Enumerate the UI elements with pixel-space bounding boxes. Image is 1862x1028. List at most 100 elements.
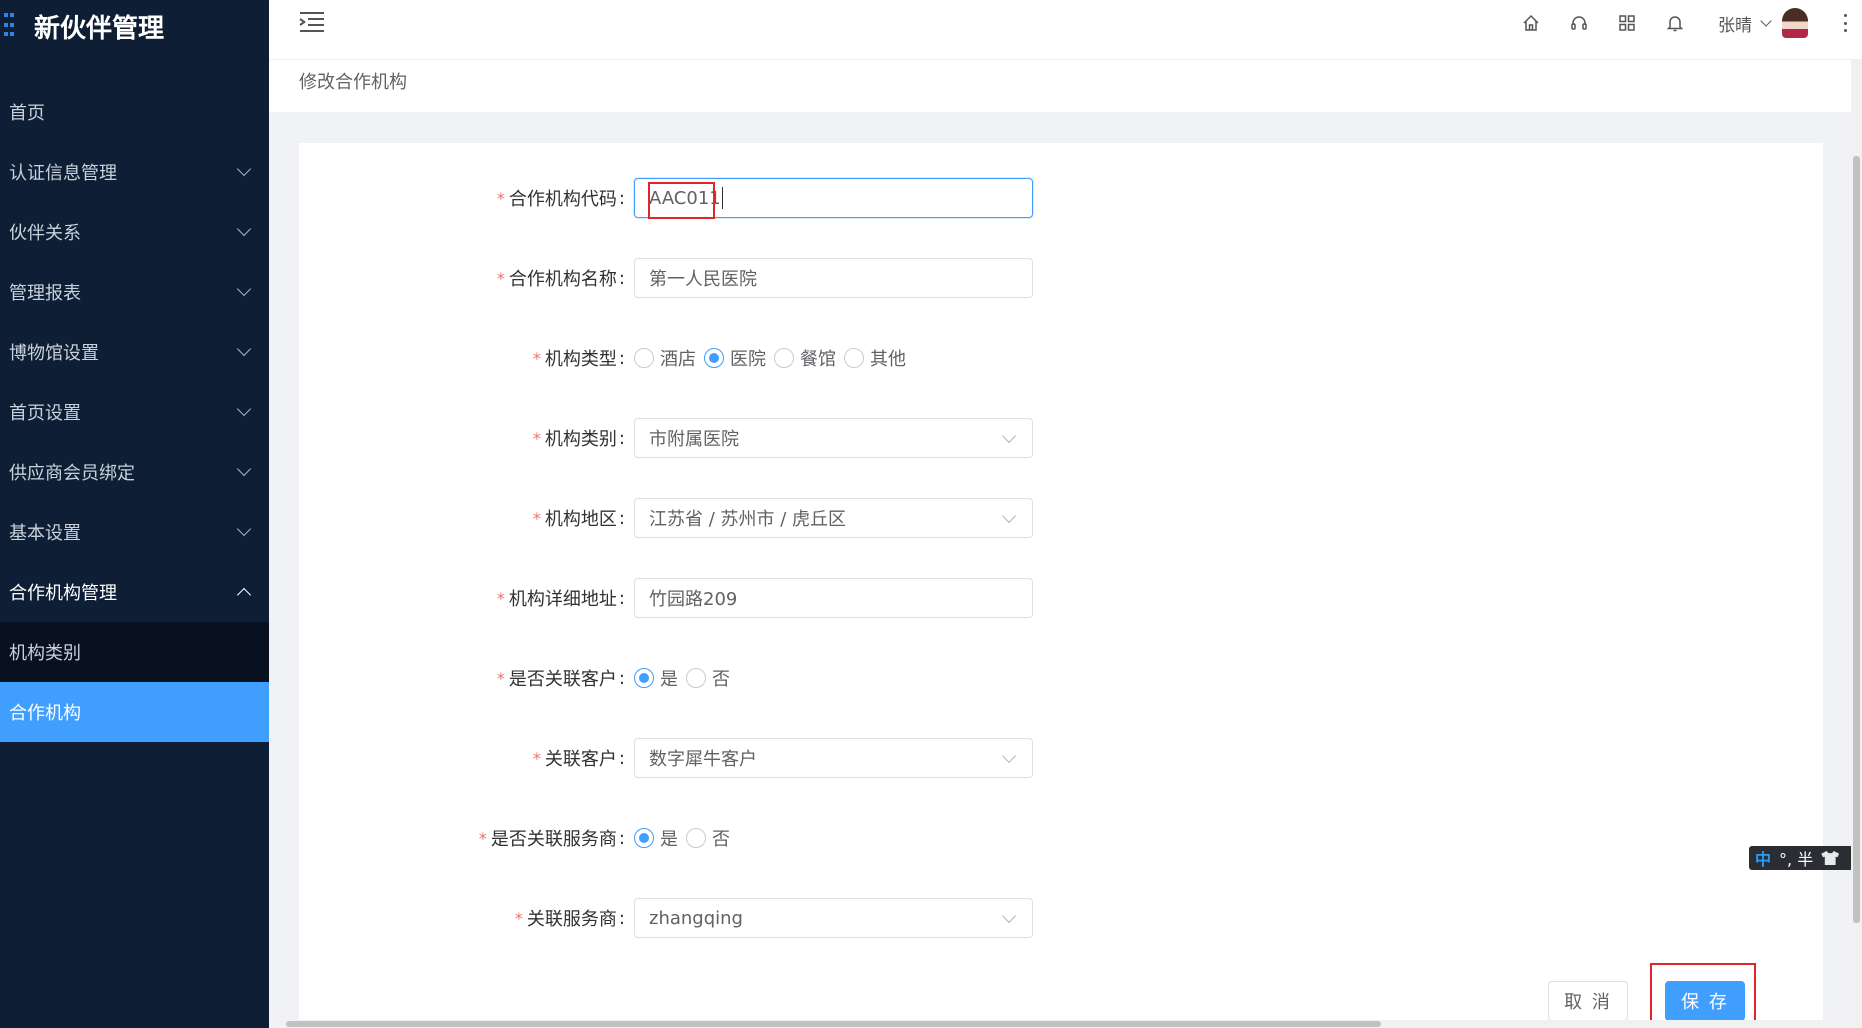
ime-mode[interactable]: 中 — [1755, 846, 1771, 870]
radio-restaurant[interactable]: 餐馆 — [774, 345, 836, 371]
vertical-scrollbar[interactable] — [1851, 60, 1862, 1028]
code-label: * 合作机构代码: — [496, 187, 625, 211]
sidebar-submenu: 机构类别 合作机构 — [0, 622, 269, 742]
form-row-provider: * 关联服务商: zhangqing — [299, 898, 1823, 938]
text-caret — [721, 187, 723, 209]
ime-toolbar[interactable]: 中 °, 半 — [1749, 846, 1859, 870]
bell-icon[interactable] — [1664, 12, 1686, 34]
radio-hotel[interactable]: 酒店 — [634, 345, 696, 371]
sidebar-item-label: 合作机构 — [9, 703, 81, 724]
sidebar-item-museum-settings[interactable]: 博物馆设置 — [0, 322, 269, 382]
sidebar-item-org-category[interactable]: 机构类别 — [0, 622, 269, 682]
chevron-down-icon — [236, 221, 252, 237]
required-mark: * — [496, 588, 505, 608]
org-address-input[interactable]: 竹园路209 — [634, 578, 1033, 618]
link-customer-label: * 是否关联客户: — [496, 667, 625, 691]
sidebar-item-label: 机构类别 — [9, 643, 81, 664]
sidebar-item-label: 首页 — [9, 103, 45, 124]
form-row-type: * 机构类型: 酒店 医院 餐馆 其他 — [299, 338, 1823, 378]
required-mark: * — [532, 348, 541, 368]
required-mark: * — [478, 828, 487, 848]
org-region-cascader[interactable]: 江苏省 / 苏州市 / 虎丘区 — [634, 498, 1033, 538]
radio-dot[interactable] — [844, 348, 864, 368]
sidebar: 新伙伴管理 首页 认证信息管理 伙伴关系 管理报表 博物馆设置 首页设置 供应商… — [0, 0, 269, 1028]
form-row-region: * 机构地区: 江苏省 / 苏州市 / 虎丘区 — [299, 498, 1823, 538]
radio-dot[interactable] — [774, 348, 794, 368]
radio-dot[interactable] — [634, 668, 654, 688]
form-row-address: * 机构详细地址: 竹园路209 — [299, 578, 1823, 618]
org-name-input[interactable]: 第一人民医院 — [634, 258, 1033, 298]
top-header: 张晴 — [269, 0, 1862, 60]
chevron-down-icon — [1001, 908, 1017, 924]
scrollbar-thumb[interactable] — [1853, 156, 1860, 923]
org-type-radio-group: 酒店 医院 餐馆 其他 — [634, 338, 914, 378]
radio-dot[interactable] — [634, 348, 654, 368]
sidebar-item-supplier-binding[interactable]: 供应商会员绑定 — [0, 442, 269, 502]
radio-other[interactable]: 其他 — [844, 345, 906, 371]
type-label: * 机构类型: — [532, 347, 625, 371]
sidebar-item-auth-info[interactable]: 认证信息管理 — [0, 142, 269, 202]
radio-dot[interactable] — [634, 828, 654, 848]
required-mark: * — [532, 508, 541, 528]
sidebar-item-label: 首页设置 — [9, 403, 81, 424]
scrollbar-thumb[interactable] — [286, 1021, 1381, 1027]
radio-link-provider-no[interactable]: 否 — [686, 825, 730, 851]
headset-icon[interactable] — [1568, 12, 1590, 34]
chevron-down-icon[interactable] — [1760, 15, 1772, 27]
sidebar-item-homepage-settings[interactable]: 首页设置 — [0, 382, 269, 442]
grid-icon[interactable] — [1616, 12, 1638, 34]
form-row-customer: * 关联客户: 数字犀牛客户 — [299, 738, 1823, 778]
form-row-link-customer: * 是否关联客户: 是 否 — [299, 658, 1823, 698]
region-label: * 机构地区: — [532, 507, 625, 531]
ime-punct[interactable]: °, 半 — [1779, 846, 1813, 870]
sidebar-item-label: 合作机构管理 — [9, 583, 117, 604]
radio-link-customer-no[interactable]: 否 — [686, 665, 730, 691]
home-icon[interactable] — [1520, 12, 1542, 34]
sidebar-item-label: 博物馆设置 — [9, 343, 99, 364]
radio-link-customer-yes[interactable]: 是 — [634, 665, 678, 691]
radio-dot[interactable] — [704, 348, 724, 368]
chevron-down-icon — [236, 461, 252, 477]
sidebar-item-basic-settings[interactable]: 基本设置 — [0, 502, 269, 562]
radio-dot[interactable] — [686, 828, 706, 848]
radio-dot[interactable] — [686, 668, 706, 688]
sidebar-item-partner-org[interactable]: 合作机构 — [0, 682, 269, 742]
name-label: * 合作机构名称: — [496, 267, 625, 291]
customer-select[interactable]: 数字犀牛客户 — [634, 738, 1033, 778]
app-title: 新伙伴管理 — [34, 13, 165, 44]
radio-hospital[interactable]: 医院 — [704, 345, 766, 371]
logo: 新伙伴管理 — [0, 0, 269, 52]
radio-link-provider-yes[interactable]: 是 — [634, 825, 678, 851]
org-category-select[interactable]: 市附属医院 — [634, 418, 1033, 458]
horizontal-scrollbar[interactable] — [278, 1020, 1851, 1028]
cancel-button[interactable]: 取 消 — [1548, 981, 1628, 1021]
sidebar-item-reports[interactable]: 管理报表 — [0, 262, 269, 322]
sidebar-item-label: 管理报表 — [9, 283, 81, 304]
skin-icon[interactable] — [1821, 851, 1840, 865]
sidebar-item-home[interactable]: 首页 — [0, 82, 269, 142]
sidebar-item-label: 供应商会员绑定 — [9, 463, 135, 484]
required-mark: * — [514, 908, 523, 928]
sidebar-item-partner-relations[interactable]: 伙伴关系 — [0, 202, 269, 262]
chevron-down-icon — [1001, 508, 1017, 524]
address-label: * 机构详细地址: — [496, 587, 625, 611]
provider-select[interactable]: zhangqing — [634, 898, 1033, 938]
breadcrumb-bar: 修改合作机构 — [269, 60, 1851, 112]
link-customer-radio-group: 是 否 — [634, 658, 738, 698]
link-provider-label: * 是否关联服务商: — [478, 827, 625, 851]
more-vertical-icon[interactable] — [1844, 14, 1848, 32]
user-name[interactable]: 张晴 — [1718, 11, 1752, 36]
sidebar-item-partner-org-management[interactable]: 合作机构管理 — [0, 562, 269, 622]
avatar[interactable] — [1782, 8, 1808, 38]
sidebar-item-label: 伙伴关系 — [9, 223, 81, 244]
chevron-down-icon — [1001, 428, 1017, 444]
form-card: * 合作机构代码: AAC011 * 合作机构名称: 第一人民医院 * 机构类型: 酒… — [299, 143, 1823, 1028]
menu-collapse-icon[interactable] — [299, 10, 324, 32]
logo-icon — [4, 13, 14, 39]
chevron-down-icon — [1001, 748, 1017, 764]
chevron-down-icon — [236, 521, 252, 537]
chevron-down-icon — [236, 161, 252, 177]
sidebar-item-label: 基本设置 — [9, 523, 81, 544]
sidebar-item-label: 认证信息管理 — [9, 163, 117, 184]
form-row-name: * 合作机构名称: 第一人民医院 — [299, 258, 1823, 298]
